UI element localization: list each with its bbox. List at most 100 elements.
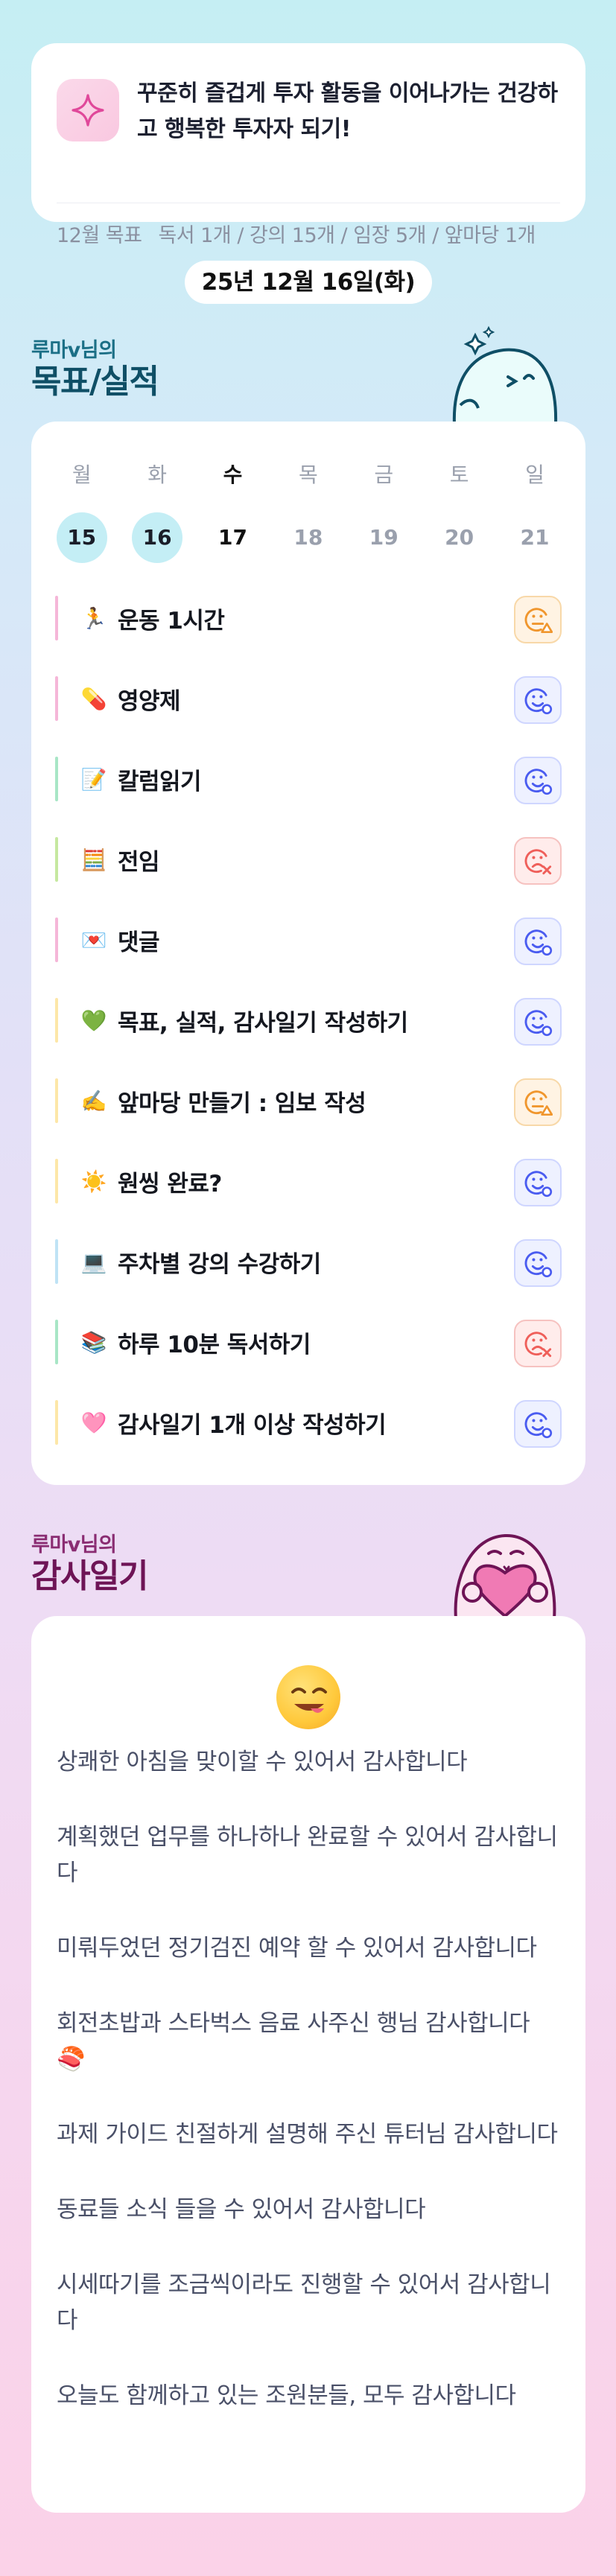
item-label: 하루 10분 독서하기 [118, 1331, 311, 1358]
day-thu[interactable]: 목 18 [270, 460, 346, 563]
item-emoji-icon: 🩷 [80, 1410, 107, 1435]
status-good-face-icon[interactable] [514, 1159, 562, 1206]
day-name: 토 [449, 462, 469, 487]
item-emoji-icon: 💌 [80, 927, 107, 953]
gratitude-item: 계획했던 업무를 하나하나 완료할 수 있어서 감사합니다 [57, 1824, 558, 1886]
item-label: 원씽 완료? [118, 1170, 222, 1198]
goal-item[interactable]: ☀️ 원씽 완료? [55, 1141, 562, 1221]
goal-item[interactable]: 💻 주차별 강의 수강하기 [55, 1221, 562, 1302]
item-label: 앞마당 만들기 : 임보 작성 [118, 1090, 366, 1117]
item-color-bar [55, 1400, 58, 1445]
day-number: 15 [56, 512, 107, 563]
item-emoji-icon: 🏃 [80, 605, 107, 631]
gratitude-item: 시세따기를 조금씩이라도 진행할 수 있어서 감사합니다 [57, 2271, 551, 2334]
day-wed[interactable]: 수 17 [195, 460, 270, 563]
item-color-bar [55, 837, 58, 882]
day-number: 20 [445, 525, 474, 550]
monthly-goal-label: 12월 목표 [57, 224, 142, 247]
item-emoji-icon: 💊 [80, 686, 107, 711]
gratitude-item: 미뤄두었던 정기검진 예약 할 수 있어서 감사합니다 [57, 1935, 537, 1962]
day-number: 18 [293, 525, 323, 550]
goal-section-owner: 루마v님의 [31, 339, 117, 362]
goal-item[interactable]: 📚 하루 10분 독서하기 [55, 1302, 562, 1382]
smiley-emoji-icon [276, 1665, 340, 1729]
day-name: 금 [374, 462, 394, 487]
item-emoji-icon: ☀️ [80, 1168, 107, 1194]
day-sun[interactable]: 일 21 [497, 460, 572, 563]
status-good-face-icon[interactable] [514, 917, 562, 965]
status-bad-face-icon[interactable] [514, 1320, 562, 1367]
goal-item[interactable]: 💌 댓글 [55, 900, 562, 980]
item-label: 전임 [118, 848, 160, 876]
day-fri[interactable]: 금 19 [346, 460, 422, 563]
goal-section-heading: 목표/실적 [31, 363, 159, 401]
day-number: 19 [369, 525, 399, 550]
ghost-mascot-icon [452, 325, 558, 424]
item-label: 감사일기 1개 이상 작성하기 [118, 1411, 387, 1439]
gratitude-section-title: 루마v님의 감사일기 [31, 1528, 148, 1596]
goal-text: 꾸준히 즐겁게 투자 활동을 이어나가는 건강하고 행복한 투자자 되기! [137, 80, 558, 142]
goal-item[interactable]: 🩷 감사일기 1개 이상 작성하기 [55, 1382, 562, 1463]
item-color-bar [55, 676, 58, 721]
status-good-face-icon[interactable] [514, 1239, 562, 1287]
item-color-bar [55, 757, 58, 801]
status-good-face-icon[interactable] [514, 676, 562, 724]
day-mon[interactable]: 월 15 [44, 460, 119, 563]
day-sat[interactable]: 토 20 [422, 460, 497, 563]
gratitude-section-owner: 루마v님의 [31, 1533, 117, 1556]
day-name: 일 [525, 462, 544, 487]
sparkle-icon [57, 79, 119, 141]
item-label: 댓글 [118, 929, 160, 956]
item-color-bar [55, 1159, 58, 1203]
day-name: 화 [147, 462, 167, 487]
status-mid-face-icon[interactable] [514, 596, 562, 643]
day-number: 17 [217, 525, 247, 550]
status-good-face-icon[interactable] [514, 1400, 562, 1448]
day-number: 21 [520, 525, 550, 550]
item-color-bar [55, 917, 58, 962]
gratitude-item: 동료들 소식 들을 수 있어서 감사합니다 [57, 2196, 426, 2223]
day-name: 수 [223, 462, 243, 487]
gratitude-list: 상쾌한 아침을 맞이할 수 있어서 감사합니다계획했던 업무를 하나하나 완료할… [57, 1744, 560, 2453]
day-number: 16 [132, 512, 183, 563]
status-good-face-icon[interactable] [514, 757, 562, 804]
item-label: 목표, 실적, 감사일기 작성하기 [118, 1009, 408, 1037]
goal-item[interactable]: ✍️ 앞마당 만들기 : 임보 작성 [55, 1060, 562, 1141]
goal-card: 꾸준히 즐겁게 투자 활동을 이어나가는 건강하고 행복한 투자자 되기! 12… [31, 43, 585, 247]
item-color-bar [55, 1320, 58, 1364]
monthly-goal-detail: 독서 1개 / 강의 15개 / 임장 5개 / 앞마당 1개 [158, 224, 536, 247]
goal-item[interactable]: 💊 영양제 [55, 658, 562, 739]
item-emoji-icon: 📚 [80, 1329, 107, 1355]
status-good-face-icon[interactable] [514, 998, 562, 1046]
goal-item[interactable]: 🧮 전임 [55, 819, 562, 900]
gratitude-item: 오늘도 함께하고 있는 조원분들, 모두 감사합니다 [57, 2382, 516, 2409]
goal-list-card: 월 15 화 16 수 17 목 18 금 19 토 20 일 21 🏃 운동 1… [31, 422, 585, 1485]
item-emoji-icon: 💚 [80, 1008, 107, 1033]
day-tue[interactable]: 화 16 [119, 460, 194, 563]
item-color-bar [55, 1239, 58, 1284]
status-bad-face-icon[interactable] [514, 837, 562, 885]
goal-item[interactable]: 🏃 운동 1시간 [55, 578, 562, 658]
week-calendar: 월 15 화 16 수 17 목 18 금 19 토 20 일 21 [31, 460, 585, 563]
goal-item[interactable]: 📝 칼럼읽기 [55, 739, 562, 819]
item-color-bar [55, 998, 58, 1043]
status-mid-face-icon[interactable] [514, 1078, 562, 1126]
gratitude-item: 회전초밥과 스타벅스 음료 사주신 행님 감사합니다 🍣 [57, 2010, 530, 2073]
day-name: 목 [298, 462, 318, 487]
item-label: 칼럼읽기 [118, 768, 202, 795]
item-color-bar [55, 1078, 58, 1123]
item-emoji-icon: 🧮 [80, 847, 107, 872]
goal-item[interactable]: 💚 목표, 실적, 감사일기 작성하기 [55, 980, 562, 1060]
goal-section-title: 루마v님의 목표/실적 [31, 334, 159, 401]
heart-mascot-icon [454, 1533, 556, 1619]
goal-items-list: 🏃 운동 1시간 💊 영양제 📝 칼럼읽기 🧮 전임 💌 댓글 💚 목표, 실적, 감사일기 작성하기… [55, 578, 562, 1463]
gratitude-item: 상쾌한 아침을 맞이할 수 있어서 감사합니다 [57, 1749, 468, 1775]
item-label: 주차별 강의 수강하기 [118, 1250, 321, 1278]
item-emoji-icon: 📝 [80, 766, 107, 792]
item-label: 영양제 [118, 687, 181, 715]
date-pill: 25년 12월 16일(화) [185, 261, 432, 304]
day-name: 월 [72, 462, 92, 487]
item-label: 운동 1시간 [118, 607, 225, 635]
gratitude-item: 과제 가이드 친절하게 설명해 주신 튜터님 감사합니다 [57, 2121, 558, 2148]
gratitude-section-heading: 감사일기 [31, 1557, 148, 1595]
